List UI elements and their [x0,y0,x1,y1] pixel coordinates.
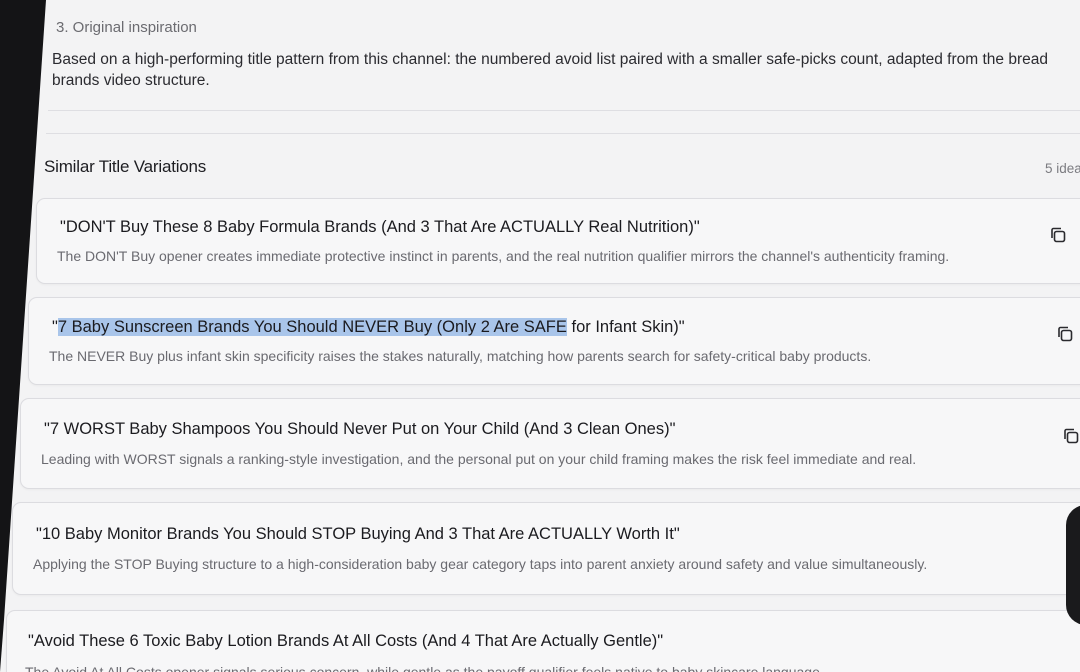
title-variation-card[interactable]: "10 Baby Monitor Brands You Should STOP … [12,502,1080,595]
variation-title: "Avoid These 6 Toxic Baby Lotion Brands … [28,632,664,650]
section-heading: Similar Title Variations [44,157,207,176]
variation-description: The NEVER Buy plus infant skin specifici… [49,348,872,364]
variation-title: "10 Baby Monitor Brands You Should STOP … [36,525,680,543]
variation-title: "7 Baby Sunscreen Brands You Should NEVE… [52,318,685,337]
finger-overlay [1066,505,1080,625]
ideas-count: 5 ideas [1045,161,1080,176]
title-variation-card[interactable]: "7 WORST Baby Shampoos You Should Never … [20,398,1080,489]
variation-description: The Avoid At All Costs opener signals se… [25,664,824,672]
divider [48,110,1080,111]
inspiration-body: Based on a high-performing title pattern… [52,51,1048,89]
title-variation-card[interactable]: "7 Baby Sunscreen Brands You Should NEVE… [28,297,1080,385]
selected-text: 7 Baby Sunscreen Brands You Should NEVER… [57,318,567,336]
app-screen: 3. Original inspiration Based on a high-… [0,0,1080,672]
divider [46,133,1080,134]
title-variation-card[interactable]: "DON'T Buy These 8 Baby Formula Brands (… [36,198,1080,284]
copy-icon[interactable] [1049,226,1067,244]
title-rest: for Infant Skin)" [566,318,685,336]
copy-icon[interactable] [1056,325,1074,343]
title-quote: " [52,318,58,336]
variation-description: Applying the STOP Buying structure to a … [33,556,928,572]
copy-icon[interactable] [1062,427,1080,445]
variation-title: "7 WORST Baby Shampoos You Should Never … [44,420,676,438]
variation-title: "DON'T Buy These 8 Baby Formula Brands (… [60,218,700,236]
text-cursor-icon [628,323,631,330]
variation-description: Leading with WORST signals a ranking-sty… [41,451,917,467]
variation-description: The DON'T Buy opener creates immediate p… [57,248,950,264]
title-variation-card[interactable]: "Avoid These 6 Toxic Baby Lotion Brands … [6,610,1080,672]
inspiration-heading: 3. Original inspiration [56,19,197,36]
